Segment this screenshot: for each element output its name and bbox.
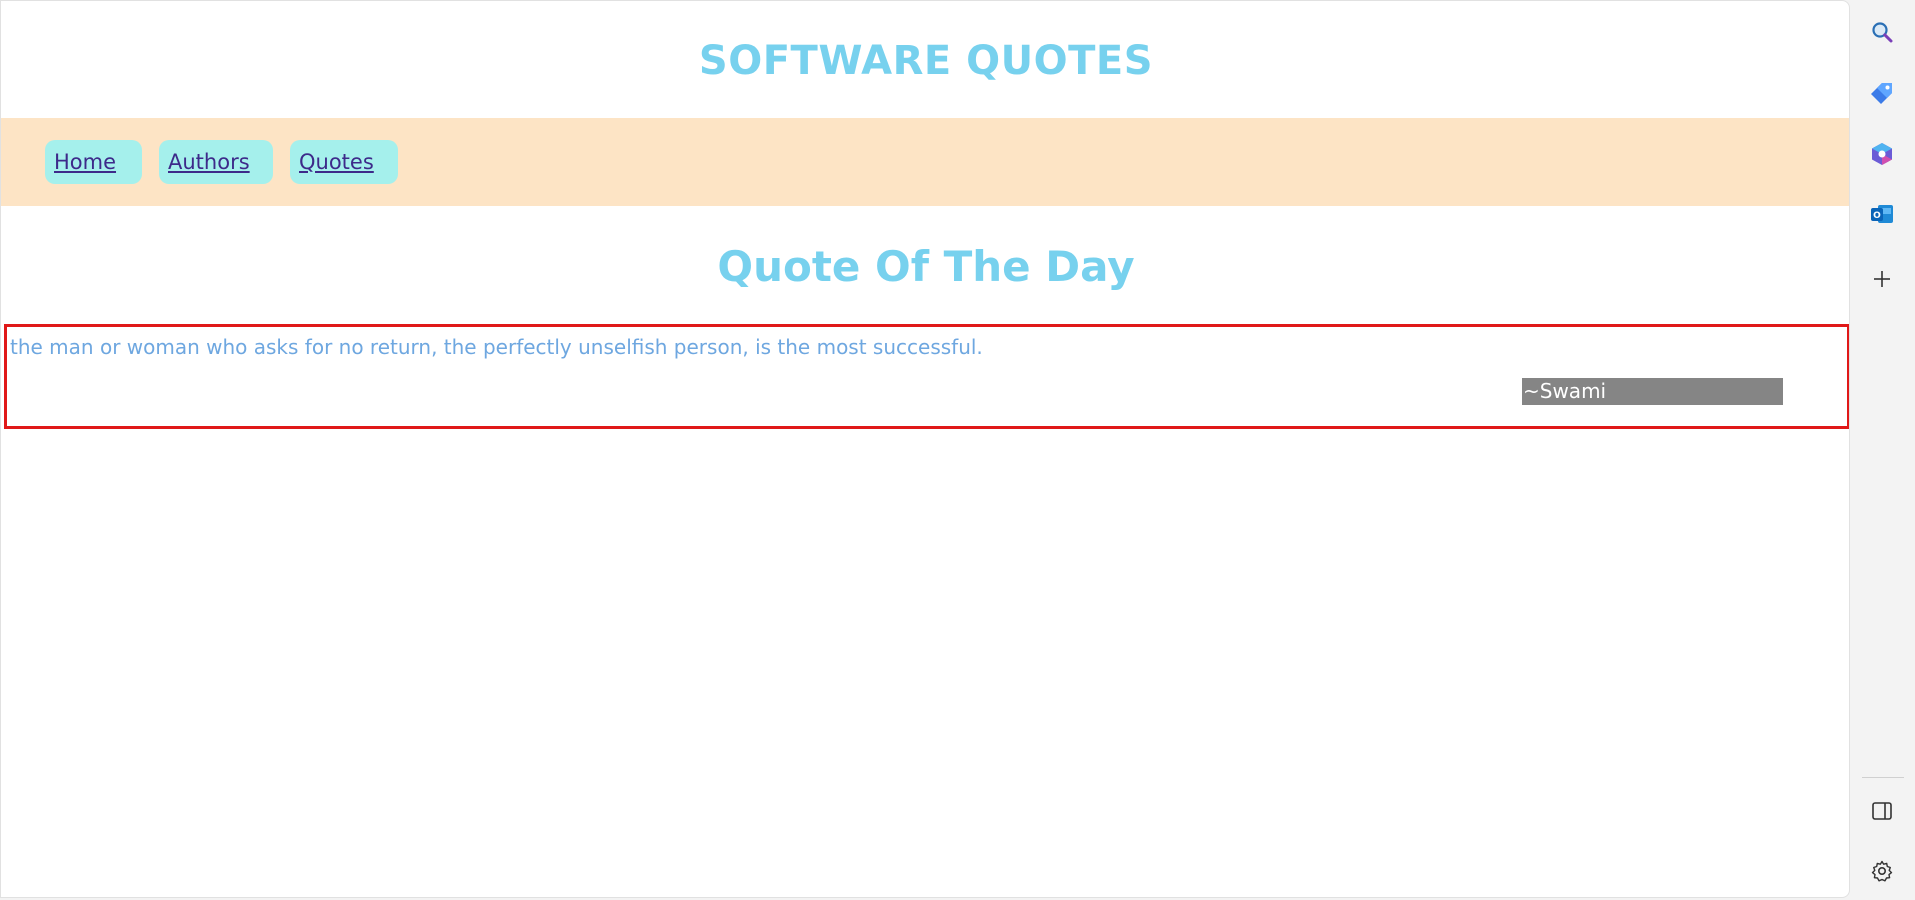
add-icon[interactable] — [1862, 259, 1902, 299]
quote-of-the-day-heading: Quote Of The Day — [717, 242, 1135, 291]
navigation-bar: Home Authors Quotes — [1, 118, 1849, 206]
shopping-tag-icon[interactable] — [1862, 73, 1902, 113]
quote-author: ~Swami — [1522, 378, 1783, 405]
split-screen-icon[interactable] — [1862, 791, 1902, 831]
quote-text: the man or woman who asks for no return,… — [10, 335, 983, 359]
copilot-icon[interactable] — [1862, 134, 1902, 174]
search-icon[interactable] — [1862, 12, 1902, 52]
outlook-icon[interactable]: O — [1862, 194, 1902, 234]
nav-home-link[interactable]: Home — [45, 140, 142, 184]
svg-text:O: O — [1873, 211, 1881, 221]
site-title: SOFTWARE QUOTES — [698, 38, 1154, 84]
browser-sidebar: O — [1850, 0, 1915, 900]
nav-quotes-link[interactable]: Quotes — [290, 140, 398, 184]
quote-box: the man or woman who asks for no return,… — [4, 324, 1849, 429]
nav-authors-link[interactable]: Authors — [159, 140, 273, 184]
browser-viewport: SOFTWARE QUOTES Home Authors Quotes Quot… — [0, 0, 1850, 898]
settings-icon[interactable] — [1862, 851, 1902, 891]
sidebar-divider — [1862, 777, 1904, 778]
